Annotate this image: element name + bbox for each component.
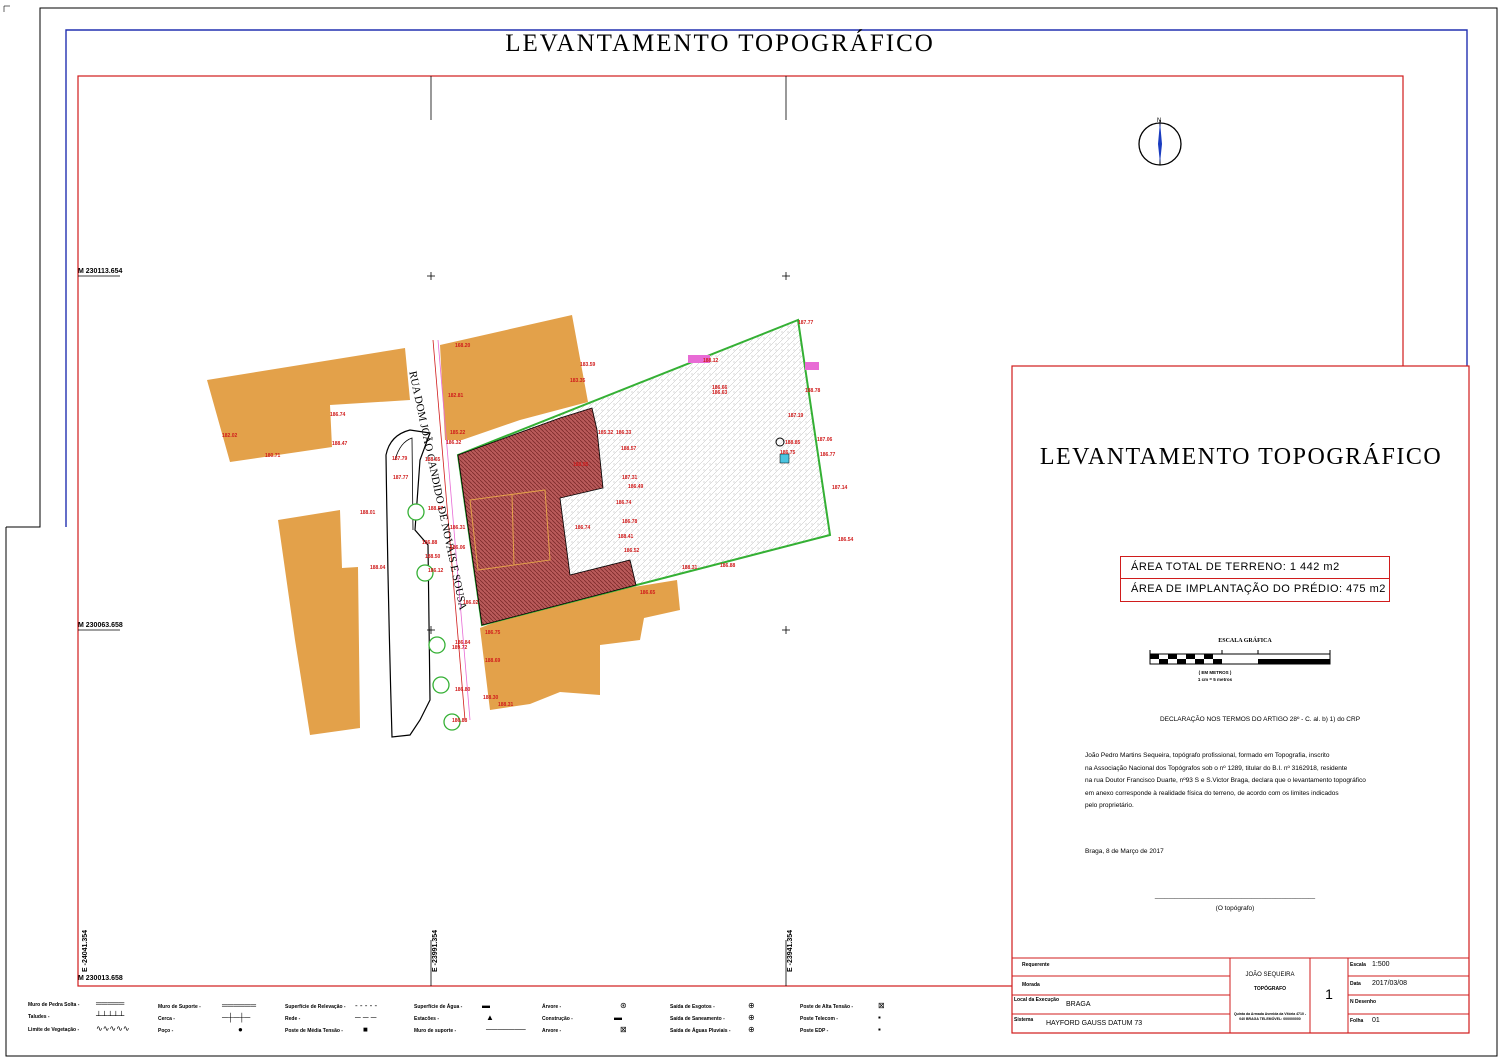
legend-label: Árvore - [542,1004,562,1010]
legend-label: Saída de Águas Pluviais - [670,1028,731,1034]
legend-symbol-icon: ⊠ [878,1001,885,1010]
legend-symbol-icon: ─ ─ ─ [355,1013,377,1022]
legend-label: Muro de Suporte - [158,1004,201,1010]
legend-symbol-icon: ⊕ [748,1013,755,1022]
tb-sheet-number: 1 [1325,986,1333,1002]
legend-symbol-icon: - - - - - [355,1001,378,1010]
legend-label: Saída de Esgotos - [670,1004,715,1010]
tb-author-role: TOPÓGRAFO [1253,986,1287,992]
legend-label: Saída de Saneamento - [670,1016,725,1022]
tb-requerente-label: Requerente [1022,962,1050,968]
legend-label: Construção - [542,1016,573,1022]
legend-label: Muro de Pedra Solta - [28,1002,80,1008]
tb-folha-value: 01 [1372,1017,1380,1024]
legend-label: Muro de suporte - [414,1028,457,1034]
legend-label: Poste EDP - [800,1028,829,1034]
legend-symbol-icon: ▪ [878,1025,881,1034]
legend-symbol-icon: ─┼─┼─ [222,1013,251,1022]
legend-label: Rede - [285,1016,301,1022]
tb-morada-label: Morada [1022,982,1040,988]
legend-label: Superfície de Relevação - [285,1004,346,1010]
legend-label: Poço - [158,1028,174,1034]
tb-escala-label: Escala [1350,962,1366,968]
legend-symbol-icon: ● [238,1025,243,1034]
legend-symbol-icon: ▬ [614,1013,622,1022]
legend-symbol-icon: ∿∿∿∿∿ [96,1024,130,1033]
tb-author-address: Quinta da Armada Avenida da Vitória 4710… [1233,1012,1307,1021]
legend-symbol-icon: ══════ [222,1001,257,1010]
tb-local-label: Local da Execução [1014,997,1060,1003]
title-block-grid [1012,957,1469,1033]
legend-symbol-icon: ▲ [486,1013,494,1022]
legend-label: Poste de Média Tensão - [285,1028,343,1034]
tb-folha-label: Folha [1350,1018,1364,1024]
tb-data-label: Data [1350,981,1361,987]
legend-symbol-icon: ■ [363,1025,368,1034]
legend-label: Arvore - [542,1028,562,1034]
legend-symbol-icon: ═════ [96,999,125,1008]
legend-symbol-icon: ▪ [878,1013,881,1022]
legend-label: Limite de Vegetação - [28,1027,80,1033]
legend-label: Taludes - [28,1014,50,1020]
legend-symbol-icon: ⊕ [748,1001,755,1010]
tb-sistema-label: Sistema [1014,1017,1034,1023]
legend-symbol-icon: ⊛ [620,1001,627,1010]
tb-local-value: BRAGA [1066,1001,1091,1008]
tb-n-desenho-label: N Desenho [1350,999,1377,1005]
tb-data-value: 2017/03/08 [1372,980,1408,987]
legend-label: Superfície de Água - [414,1004,463,1010]
legend-label: Cerca - [158,1016,175,1022]
tb-escala-value: 1:500 [1372,961,1390,968]
legend-symbol-icon: ⊠ [620,1025,627,1034]
legend-label: Estacões - [414,1016,440,1022]
legend-label: Poste de Alta Tensão - [800,1004,854,1010]
legend-symbol-icon: ⊕ [748,1025,755,1034]
legend-label: Poste Telecom - [800,1016,838,1022]
legend-symbol-icon: ─────── [486,1025,526,1034]
legend-symbol-icon: ▬ [482,1001,490,1010]
tb-sistema-value: HAYFORD GAUSS DATUM 73 [1046,1020,1143,1027]
tb-author-name: JOÃO SEQUEIRA [1245,972,1295,978]
legend-symbol-icon: ┴┴┴┴┴ [96,1011,125,1020]
